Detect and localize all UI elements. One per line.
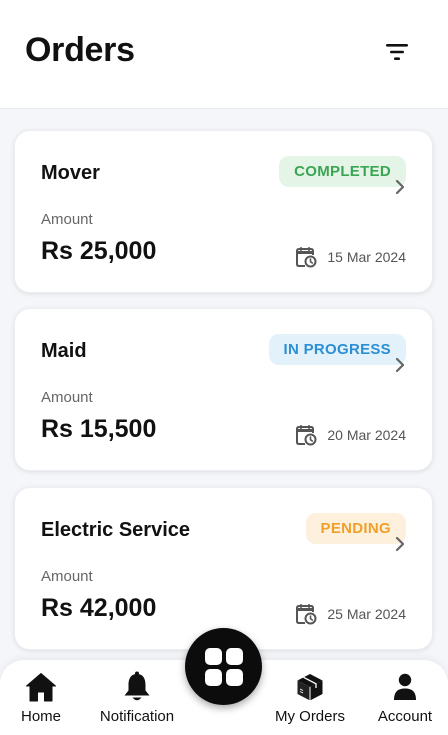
- amount-label: Amount: [41, 211, 93, 228]
- order-date: 25 Mar 2024: [295, 602, 406, 626]
- filter-icon: [386, 44, 408, 60]
- order-card[interactable]: Electric Service PENDING Amount Rs 42,00…: [14, 487, 433, 650]
- nav-label: Notification: [99, 708, 175, 725]
- order-date: 20 Mar 2024: [295, 423, 406, 447]
- order-date: 15 Mar 2024: [295, 245, 406, 269]
- amount-label: Amount: [41, 568, 93, 585]
- calendar-clock-icon: [296, 247, 317, 268]
- date-text: 15 Mar 2024: [327, 249, 406, 265]
- amount-value: Rs 25,000: [41, 237, 157, 265]
- nav-account[interactable]: Account: [372, 660, 438, 735]
- person-icon: [394, 673, 416, 700]
- page-title: Orders: [25, 31, 135, 69]
- nav-home[interactable]: Home: [8, 660, 74, 735]
- status-badge: IN PROGRESS: [268, 334, 406, 365]
- order-title: Maid: [41, 340, 87, 362]
- home-icon: [26, 673, 56, 702]
- chevron-right-icon: [395, 357, 405, 373]
- amount-value: Rs 15,500: [41, 415, 157, 443]
- app-header: Orders: [0, 0, 448, 109]
- order-card[interactable]: Mover COMPLETED Amount Rs 25,000 15 Mar …: [14, 130, 433, 293]
- filter-button[interactable]: [380, 36, 414, 68]
- grid-icon: [204, 647, 243, 686]
- package-icon: [297, 674, 323, 701]
- calendar-clock-icon: [296, 425, 317, 446]
- date-text: 25 Mar 2024: [327, 606, 406, 622]
- nav-label: My Orders: [274, 708, 345, 725]
- amount-label: Amount: [41, 389, 93, 406]
- amount-value: Rs 42,000: [41, 594, 157, 622]
- calendar-clock-icon: [296, 604, 317, 625]
- nav-notification[interactable]: Notification: [94, 660, 180, 735]
- order-title: Mover: [41, 162, 100, 184]
- status-badge: PENDING: [305, 513, 406, 544]
- order-card[interactable]: Maid IN PROGRESS Amount Rs 15,500 20 Mar…: [14, 308, 433, 471]
- status-badge: COMPLETED: [279, 156, 406, 187]
- nav-my-orders[interactable]: My Orders: [270, 660, 350, 735]
- chevron-right-icon: [395, 536, 405, 552]
- nav-label: Home: [20, 708, 61, 725]
- chevron-right-icon: [395, 179, 405, 195]
- date-text: 20 Mar 2024: [327, 427, 406, 443]
- center-menu-button[interactable]: [185, 628, 262, 705]
- nav-label: Account: [377, 708, 433, 725]
- order-title: Electric Service: [41, 519, 190, 541]
- bell-icon: [124, 671, 150, 701]
